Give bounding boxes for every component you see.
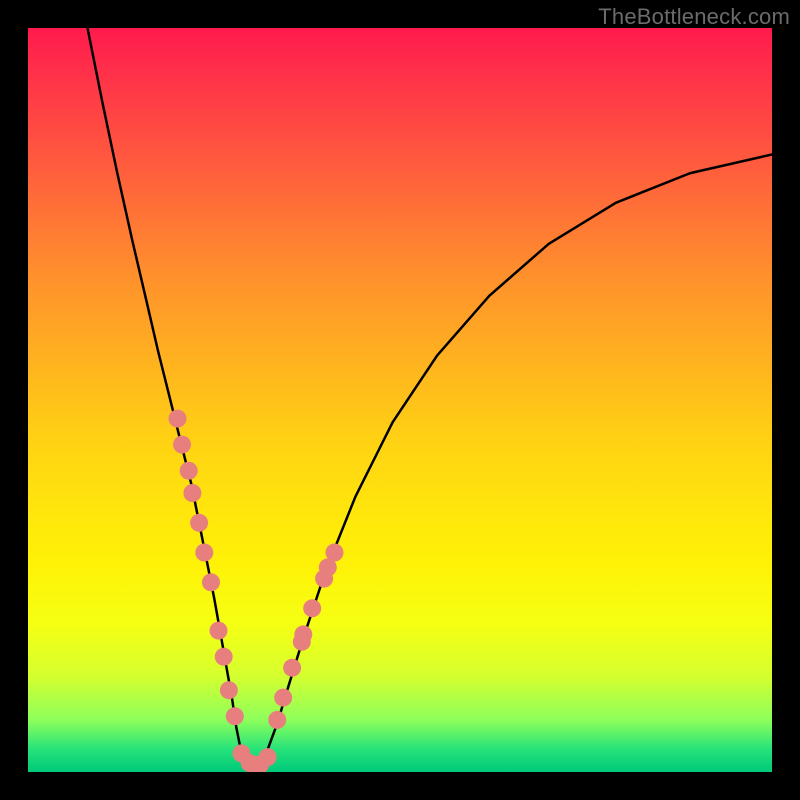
data-dot — [202, 573, 220, 591]
data-dot — [183, 484, 201, 502]
outer-frame: TheBottleneck.com — [0, 0, 800, 800]
data-dots — [169, 410, 344, 772]
data-dot — [326, 544, 344, 562]
data-dot — [294, 625, 312, 643]
data-dot — [283, 659, 301, 677]
watermark-text: TheBottleneck.com — [598, 4, 790, 30]
data-dot — [173, 436, 191, 454]
data-dot — [226, 707, 244, 725]
data-dot — [190, 514, 208, 532]
data-dot — [220, 681, 238, 699]
data-dot — [195, 544, 213, 562]
data-dot — [259, 748, 277, 766]
data-dot — [274, 689, 292, 707]
data-dot — [215, 648, 233, 666]
data-dot — [268, 711, 286, 729]
data-dot — [169, 410, 187, 428]
data-dot — [180, 462, 198, 480]
chart-svg — [28, 28, 772, 772]
data-dot — [210, 622, 228, 640]
plot-area — [28, 28, 772, 772]
bottleneck-curve — [88, 28, 773, 768]
data-dot — [303, 599, 321, 617]
